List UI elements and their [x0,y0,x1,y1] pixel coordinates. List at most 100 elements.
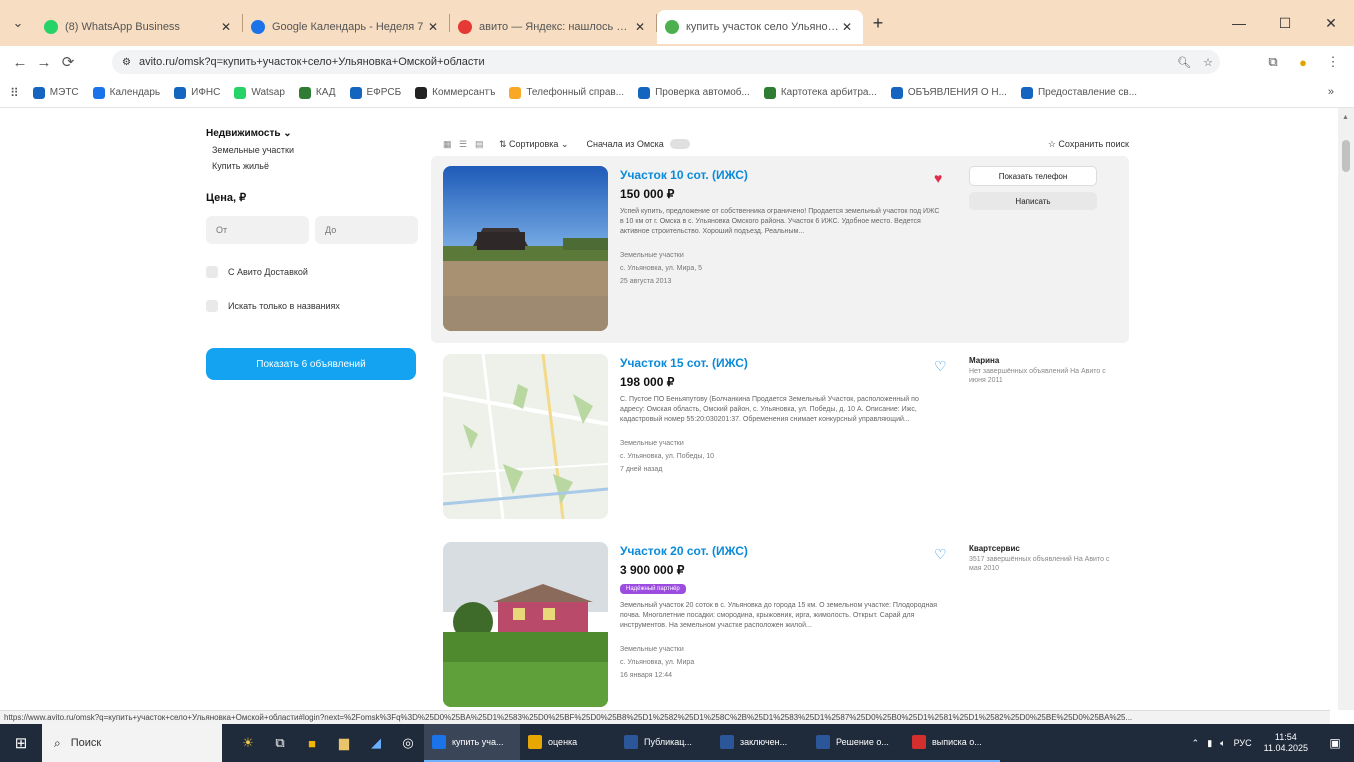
bookmark-favicon-icon [890,86,903,99]
title-only-checkbox[interactable] [206,300,218,312]
subcategory-housing[interactable]: Купить жильё [212,161,418,171]
bookmark-item[interactable]: Проверка автомоб... [638,86,750,99]
reload-icon[interactable]: ⟳ [56,53,80,71]
menu-icon[interactable]: ⋮ [1318,54,1348,70]
chrome-icon[interactable]: ◎ [392,724,424,762]
region-first-toggle[interactable] [669,139,690,149]
taskbar-clock[interactable]: 11:54 11.04.2025 [1264,732,1308,754]
bookmark-label: Предоставление св... [1037,87,1138,98]
show-results-button[interactable]: Показать 6 объявлений [206,348,416,380]
site-info-icon[interactable]: ⚙ [122,57,131,68]
browser-tab[interactable]: (8) WhatsApp Business ✕ [36,10,242,44]
seller-info[interactable]: Квартсервис 3517 завершённых объявлений … [969,544,1119,573]
bookmark-item[interactable]: Watsap [234,86,285,99]
seller-info[interactable]: Марина Нет завершённых объявлений На Ави… [969,356,1119,385]
sort-dropdown[interactable]: ⇅ Сортировка ⌄ [499,139,569,150]
taskbar-search[interactable]: ⌕ Поиск [42,724,222,762]
listing-title[interactable]: Участок 10 сот. (ИЖС) [620,168,940,182]
bookmark-item[interactable]: КАД [298,86,336,99]
bookmark-item[interactable]: МЭТС [32,86,79,99]
apps-icon[interactable]: ⠿ [10,86,19,100]
browser-toolbar: ← → ⟳ ⚙ avito.ru/omsk?q=купить+участок+с… [0,46,1354,78]
extensions-icon[interactable]: ⧉ [1258,54,1288,70]
back-icon[interactable]: ← [8,54,32,71]
list-view-icon[interactable]: ☰ [459,139,469,149]
delivery-checkbox[interactable] [206,266,218,278]
maximize-icon[interactable]: ☐ [1262,15,1308,32]
taskbar-app[interactable]: Публикац... [616,724,712,762]
taskbar-app[interactable]: Решение о... [808,724,904,762]
more-bookmarks-icon[interactable]: » [1328,86,1334,98]
taskbar-app[interactable]: купить уча... [424,724,520,762]
price-to-input[interactable] [315,216,418,244]
category-dropdown[interactable]: Недвижимость ⌄ [206,128,418,139]
favorite-heart-icon[interactable]: ♡ [934,546,947,563]
notifications-icon[interactable]: ▣ [1320,736,1350,750]
bookmarks-bar: ⠿ МЭТС Календарь ИФНС Watsap КАД ЕФРСБ Коммерс… [0,78,1354,108]
url-text[interactable]: avito.ru/omsk?q=купить+участок+село+Улья… [139,56,1172,68]
save-search-button[interactable]: ☆ Сохранить поиск [1048,139,1129,150]
new-tab-button[interactable]: + [863,13,893,34]
subcategory-land[interactable]: Земельные участки [212,145,418,155]
bookmark-item[interactable]: Коммерсантъ [415,86,495,99]
task-view-icon[interactable]: ⧉ [264,724,296,762]
seller-name[interactable]: Марина [969,356,1119,365]
zoom-icon[interactable]: 🔍︎ [1172,56,1196,69]
close-tab-icon[interactable]: ✕ [218,20,234,34]
listing-card[interactable]: Участок 10 сот. (ИЖС) 150 000 ₽ Успей ку… [431,156,1129,343]
minimize-icon[interactable]: — [1216,15,1262,31]
address-bar[interactable]: ⚙ avito.ru/omsk?q=купить+участок+село+Ул… [112,50,1220,74]
file-explorer-icon[interactable]: ▆ [328,724,360,762]
bookmark-item[interactable]: ИФНС [174,86,220,99]
bookmark-item[interactable]: ЕФРСБ [349,86,401,99]
browser-tab[interactable]: авито — Яндекс: нашлось 5 тыс ✕ [450,10,656,44]
bookmark-item[interactable]: Картотека арбитра... [763,86,877,99]
weather-widget-icon[interactable]: ☀ [232,724,264,762]
listing-map-image[interactable] [443,354,608,519]
network-icon[interactable]: ▮ [1207,738,1212,749]
taskbar-app[interactable]: оценка [520,724,616,762]
tray-expand-icon[interactable]: ⌃ [1192,738,1200,749]
close-tab-icon[interactable]: ✕ [839,20,855,34]
gallery-view-icon[interactable]: ▤ [475,139,485,149]
close-window-icon[interactable]: ✕ [1308,15,1354,32]
listing-card[interactable]: Участок 15 сот. (ИЖС) 198 000 ₽ С. Пусто… [431,344,1129,531]
browser-tab[interactable]: Google Календарь - Неделя 7 ✕ [243,10,449,44]
price-from-input[interactable] [206,216,309,244]
listing-photo[interactable] [443,166,608,331]
taskbar-app[interactable]: заключен... [712,724,808,762]
seller-name[interactable]: Квартсервис [969,544,1119,553]
store-icon[interactable]: ■ [296,724,328,762]
forward-icon[interactable]: → [32,54,56,71]
scroll-up-icon[interactable]: ▲ [1342,114,1349,121]
bookmark-item[interactable]: ОБЪЯВЛЕНИЯ О Н... [890,86,1007,99]
listing-title[interactable]: Участок 15 сот. (ИЖС) [620,356,940,370]
grid-view-icon[interactable]: ▦ [443,139,453,149]
profile-icon[interactable]: ● [1288,55,1318,70]
favorite-heart-icon[interactable]: ♥ [934,170,942,186]
favorite-heart-icon[interactable]: ♡ [934,358,947,375]
page-scrollbar[interactable]: ▲ [1338,108,1354,710]
bookmark-item[interactable]: Предоставление св... [1020,86,1138,99]
show-phone-button[interactable]: Показать телефон [969,166,1097,186]
taskbar-app[interactable]: выписка о... [904,724,1000,762]
keyboard-language[interactable]: РУС [1234,738,1252,748]
windows-start-icon[interactable]: ⊞ [0,724,42,762]
bookmark-item[interactable]: Телефонный справ... [509,86,624,99]
volume-icon[interactable]: 🔈︎ [1220,738,1225,749]
scrollbar-thumb[interactable] [1342,140,1350,172]
listing-photo[interactable] [443,542,608,707]
listing-title[interactable]: Участок 20 сот. (ИЖС) [620,544,940,558]
photos-icon[interactable]: ◢ [360,724,392,762]
bookmark-item[interactable]: Календарь [92,86,160,99]
close-tab-icon[interactable]: ✕ [425,20,441,34]
browser-tab[interactable]: купить участок село Ульяновка ✕ [657,10,863,44]
close-tab-icon[interactable]: ✕ [632,20,648,34]
bookmark-star-icon[interactable]: ☆ [1196,56,1220,69]
title-only-checkbox-row[interactable]: Искать только в названиях [206,300,418,312]
tab-search-icon[interactable]: ⌄ [0,8,36,38]
delivery-checkbox-row[interactable]: С Авито Доставкой [206,266,418,278]
write-message-button[interactable]: Написать [969,192,1097,210]
search-icon: ⌕ [54,735,61,750]
listing-card[interactable]: Участок 20 сот. (ИЖС) 3 900 000 ₽ Надёжн… [431,532,1129,710]
